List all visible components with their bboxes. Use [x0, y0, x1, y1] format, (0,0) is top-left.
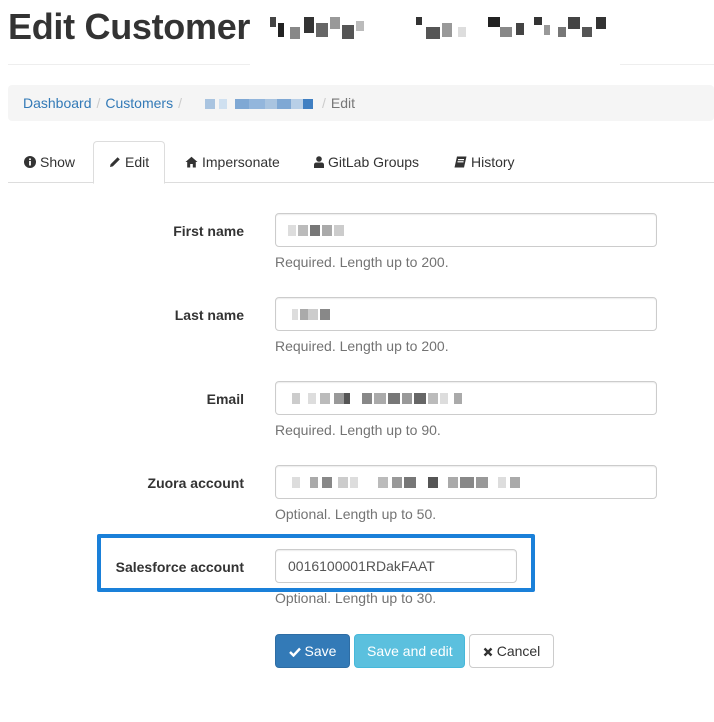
salesforce-account-label: Salesforce account — [115, 559, 244, 575]
breadcrumb-current: Edit — [330, 95, 355, 111]
tab-show-label: Show — [40, 154, 76, 170]
tab-edit[interactable]: Edit — [93, 141, 166, 184]
redacted-value — [288, 477, 520, 488]
form-group-salesforce-account: Salesforce account Optional. Length up t… — [0, 549, 714, 609]
salesforce-account-help: Optional. Length up to 30. — [275, 590, 437, 606]
tab-impersonate[interactable]: Impersonate — [169, 141, 296, 183]
form-group-email: Email Required. Length up to 90. — [0, 381, 714, 441]
redacted-value — [288, 393, 464, 404]
pencil-icon — [110, 157, 120, 167]
tab-show[interactable]: Show — [8, 141, 91, 183]
save-button[interactable]: Save — [275, 634, 350, 668]
cancel-button-label: Cancel — [496, 643, 541, 659]
tab-bar: Show Edit Impersonate GitLab Groups Hist… — [8, 141, 714, 184]
tab-gitlab-groups[interactable]: GitLab Groups — [298, 141, 435, 183]
redacted-value — [288, 225, 348, 236]
redacted-customer-name — [270, 17, 608, 41]
page-title: Edit Customer — [8, 6, 251, 47]
first-name-help: Required. Length up to 200. — [275, 254, 449, 270]
last-name-input[interactable] — [275, 297, 657, 331]
tab-impersonate-label: Impersonate — [202, 154, 280, 170]
redacted-value — [288, 309, 332, 320]
salesforce-account-input[interactable] — [275, 549, 517, 583]
first-name-label: First name — [173, 223, 244, 239]
save-button-label: Save — [304, 643, 337, 659]
email-input[interactable] — [275, 381, 657, 415]
tab-history[interactable]: History — [438, 141, 531, 183]
home-icon — [185, 156, 198, 168]
info-circle-icon — [24, 156, 36, 168]
zuora-account-help: Optional. Length up to 50. — [275, 506, 437, 522]
breadcrumb-dashboard-link[interactable]: Dashboard — [23, 95, 92, 111]
breadcrumb-customers-link[interactable]: Customers — [105, 95, 173, 111]
save-and-edit-button[interactable]: Save and edit — [354, 634, 465, 668]
zuora-account-input[interactable] — [275, 465, 657, 499]
user-icon — [314, 156, 324, 168]
last-name-label: Last name — [174, 307, 244, 323]
save-and-edit-button-label: Save and edit — [367, 643, 453, 659]
check-icon — [288, 647, 301, 658]
form-group-last-name: Last name Required. Length up to 200. — [0, 297, 714, 357]
breadcrumb-separator: / — [96, 95, 101, 111]
zuora-account-label: Zuora account — [147, 475, 244, 491]
email-label: Email — [206, 391, 244, 407]
page-header: Edit Customer — [8, 4, 714, 64]
breadcrumb-separator: / — [178, 95, 182, 111]
form-group-first-name: First name Required. Length up to 200. — [0, 213, 714, 273]
close-icon — [483, 647, 493, 657]
first-name-input[interactable] — [275, 213, 657, 247]
cancel-button[interactable]: Cancel — [469, 634, 554, 668]
tab-history-label: History — [471, 154, 515, 170]
tab-edit-label: Edit — [125, 154, 150, 170]
tab-gitlab-groups-label: GitLab Groups — [328, 154, 420, 170]
breadcrumb: Dashboard / Customers / / Edit — [8, 85, 714, 121]
form-group-zuora-account: Zuora account Optional. Length up to 50. — [0, 465, 714, 525]
last-name-help: Required. Length up to 200. — [275, 338, 449, 354]
email-help: Required. Length up to 90. — [275, 422, 441, 438]
breadcrumb-customer-link-redacted[interactable] — [204, 99, 317, 110]
book-icon — [454, 156, 467, 168]
breadcrumb-separator: / — [321, 95, 326, 111]
